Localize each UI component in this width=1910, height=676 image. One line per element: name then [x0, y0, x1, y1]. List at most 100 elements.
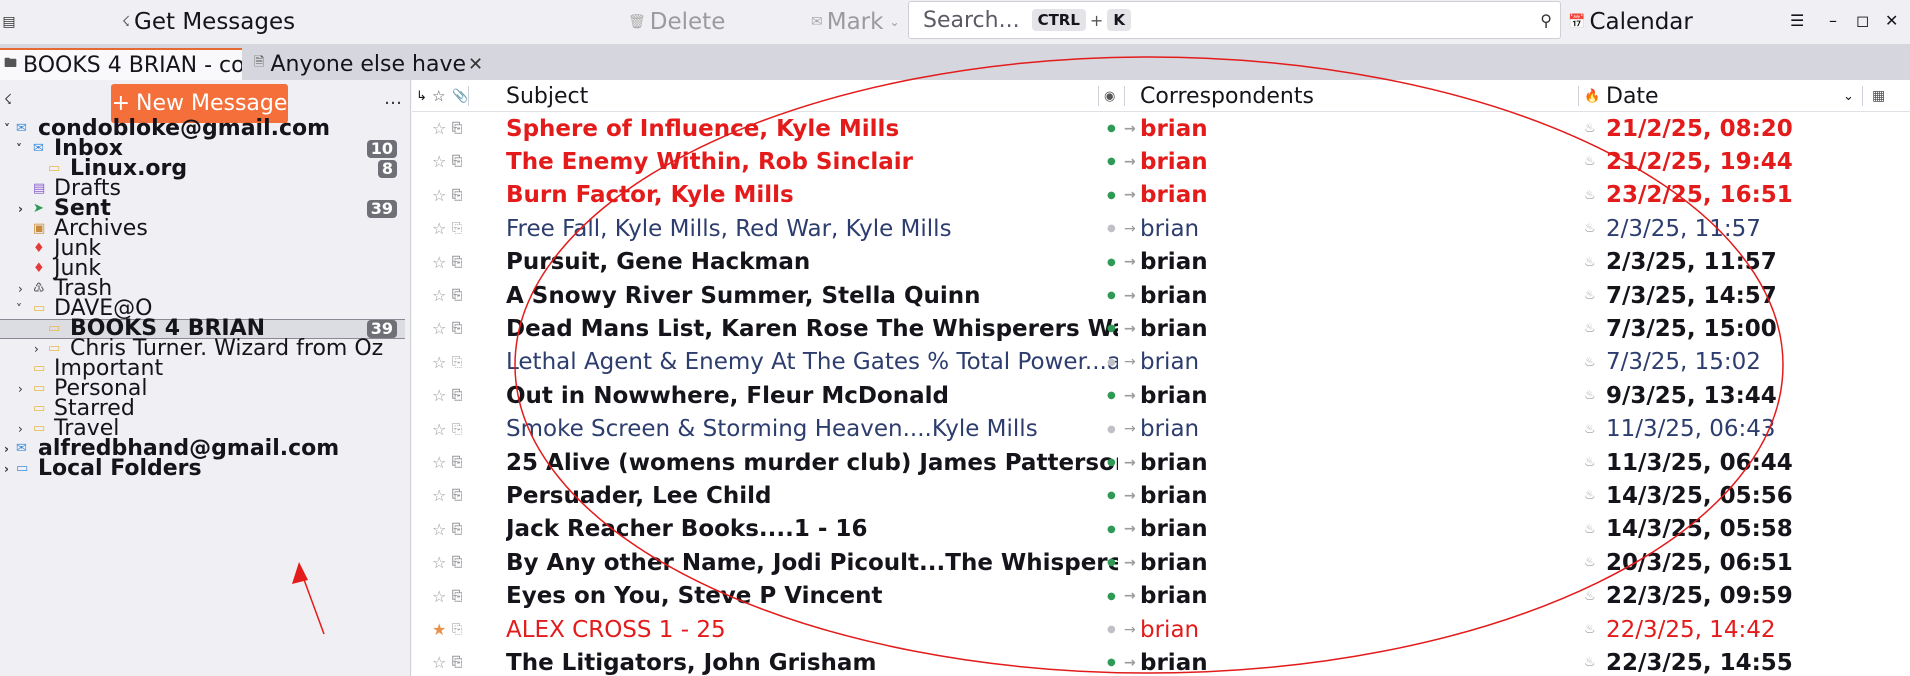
read-status-icon[interactable]: ●	[1107, 479, 1116, 512]
tab-message[interactable]: 🗎 Anyone else have	[250, 48, 490, 80]
folder-pane-toggle-icon[interactable]: ▤	[0, 10, 18, 34]
subject-column-header[interactable]: Subject	[506, 80, 588, 112]
get-messages-icon[interactable]: ☇	[4, 92, 12, 108]
message-row[interactable]: ☆ ⎘ Pursuit, Gene Hackman ● → brian ♨ 2/3/25, 1…	[412, 246, 1910, 279]
mark-button[interactable]: ✉ Mark ⌄	[811, 0, 900, 44]
star-icon[interactable]: ☆	[432, 413, 446, 446]
junk-status-icon[interactable]: ♨	[1584, 112, 1596, 145]
message-row[interactable]: ☆ ⎘ A Snowy River Summer, Stella Quinn ● → br…	[412, 279, 1910, 312]
chevron-down-icon[interactable]: ˅	[16, 299, 28, 319]
close-window-icon[interactable]: ✕	[1885, 0, 1898, 40]
thread-column-icon[interactable]: ↳	[416, 80, 427, 112]
read-status-icon[interactable]: ●	[1107, 279, 1116, 312]
junk-status-icon[interactable]: ♨	[1584, 246, 1596, 279]
message-row[interactable]: ☆ ⎘ Out in Nowwhere, Fleur McDonald ● → brian…	[412, 379, 1910, 412]
message-row[interactable]: ☆ ⎘ By Any other Name, Jodi Picoult...The …	[412, 546, 1910, 579]
read-status-icon[interactable]: ●	[1107, 346, 1116, 379]
star-icon[interactable]: ☆	[432, 246, 446, 279]
calendar-button[interactable]: 📅 Calendar	[1568, 0, 1693, 44]
junk-status-icon[interactable]: ♨	[1584, 546, 1596, 579]
message-row[interactable]: ☆ ⎘ Burn Factor, Kyle Mills ● → brian ♨ 23/2/25…	[412, 179, 1910, 212]
star-icon[interactable]: ☆	[432, 379, 446, 412]
read-status-column-icon[interactable]: ◉	[1104, 80, 1115, 112]
chevron-right-icon[interactable]: ›	[4, 439, 16, 459]
star-icon[interactable]: ☆	[432, 279, 446, 312]
junk-status-icon[interactable]: ♨	[1584, 479, 1596, 512]
close-icon[interactable]: ✕	[468, 54, 483, 75]
search-input[interactable]: Search... CTRL + K ⚲	[908, 1, 1561, 39]
star-icon[interactable]: ☆	[432, 479, 446, 512]
junk-status-icon[interactable]: ♨	[1584, 279, 1596, 312]
message-row[interactable]: ☆ ⎘ The Litigators, John Grisham ● → brian ♨ 22…	[412, 646, 1910, 676]
star-icon[interactable]: ☆	[432, 546, 446, 579]
star-icon[interactable]: ☆	[432, 346, 446, 379]
message-row[interactable]: ☆ ⎘ Dead Mans List, Karen Rose The Whisper…	[412, 312, 1910, 345]
junk-status-icon[interactable]: ♨	[1584, 580, 1596, 613]
star-icon[interactable]: ☆	[432, 580, 446, 613]
junk-status-icon[interactable]: ♨	[1584, 613, 1596, 646]
search-icon[interactable]: ⚲	[1540, 11, 1552, 30]
message-row[interactable]: ☆ ⎘ Sphere of Influence, Kyle Mills ● → brian…	[412, 112, 1910, 145]
account-local-folders[interactable]: › ▭ Local Folders	[0, 458, 405, 480]
chevron-right-icon[interactable]: ›	[4, 459, 16, 479]
read-status-icon[interactable]: ●	[1107, 513, 1116, 546]
star-icon[interactable]: ☆	[432, 145, 446, 178]
chevron-down-icon[interactable]: ˅	[4, 119, 16, 139]
read-status-icon[interactable]: ●	[1107, 212, 1116, 245]
chevron-right-icon[interactable]: ›	[18, 199, 30, 219]
message-row[interactable]: ☆ ⎘ Smoke Screen & Storming Heaven....Kyle…	[412, 413, 1910, 446]
star-icon[interactable]: ☆	[432, 513, 446, 546]
junk-status-icon[interactable]: ♨	[1584, 312, 1596, 345]
get-messages-button[interactable]: ☇ Get Messages	[122, 0, 295, 44]
junk-column-icon[interactable]: 🔥	[1584, 80, 1600, 112]
delete-button[interactable]: 🗑 Delete	[628, 0, 725, 44]
message-row[interactable]: ★ ⎘ ALEX CROSS 1 - 25 ● → brian ♨ 22/3/25, 14:4…	[412, 613, 1910, 646]
junk-status-icon[interactable]: ♨	[1584, 446, 1596, 479]
correspondents-column-header[interactable]: Correspondents	[1140, 80, 1314, 112]
read-status-icon[interactable]: ●	[1107, 413, 1116, 446]
tab-books-4-brian[interactable]: 🖿 BOOKS 4 BRIAN - co	[0, 48, 242, 80]
read-status-icon[interactable]: ●	[1107, 145, 1116, 178]
message-row[interactable]: ☆ ⎘ 25 Alive (womens murder club) James Pa…	[412, 446, 1910, 479]
junk-status-icon[interactable]: ♨	[1584, 379, 1596, 412]
message-row[interactable]: ☆ ⎘ Persuader, Lee Child ● → brian ♨ 14/3/25, 0…	[412, 479, 1910, 512]
junk-status-icon[interactable]: ♨	[1584, 413, 1596, 446]
chevron-right-icon[interactable]: ›	[18, 279, 30, 299]
read-status-icon[interactable]: ●	[1107, 246, 1116, 279]
message-row[interactable]: ☆ ⎘ Jack Reacher Books....1 - 16 ● → brian ♨ 14…	[412, 513, 1910, 546]
star-icon[interactable]: ☆	[432, 112, 446, 145]
sort-chevron-icon[interactable]: ⌄	[1843, 80, 1854, 112]
read-status-icon[interactable]: ●	[1107, 546, 1116, 579]
chevron-down-icon[interactable]: ˅	[16, 139, 28, 159]
junk-status-icon[interactable]: ♨	[1584, 145, 1596, 178]
chevron-right-icon[interactable]: ›	[18, 419, 30, 439]
junk-status-icon[interactable]: ♨	[1584, 212, 1596, 245]
junk-status-icon[interactable]: ♨	[1584, 646, 1596, 676]
junk-status-icon[interactable]: ♨	[1584, 346, 1596, 379]
message-row[interactable]: ☆ ⎘ Eyes on You, Steve P Vincent ● → brian ♨ 22…	[412, 580, 1910, 613]
read-status-icon[interactable]: ●	[1107, 112, 1116, 145]
message-row[interactable]: ☆ ⎘ The Enemy Within, Rob Sinclair ● → brian ♨…	[412, 145, 1910, 178]
message-row[interactable]: ☆ ⎘ Lethal Agent & Enemy At The Gates % To…	[412, 346, 1910, 379]
maximize-icon[interactable]: ◻	[1856, 0, 1869, 40]
read-status-icon[interactable]: ●	[1107, 179, 1116, 212]
star-icon[interactable]: ☆	[432, 212, 446, 245]
date-column-header[interactable]: Date	[1606, 80, 1659, 112]
star-icon[interactable]: ☆	[432, 312, 446, 345]
chevron-right-icon[interactable]: ›	[18, 379, 30, 399]
column-picker-icon[interactable]: ▦	[1872, 80, 1885, 112]
star-icon[interactable]: ☆	[432, 646, 446, 676]
message-row[interactable]: ☆ ⎘ Free Fall, Kyle Mills, Red War, Kyle M…	[412, 212, 1910, 245]
star-column-icon[interactable]: ☆	[432, 80, 445, 112]
junk-status-icon[interactable]: ♨	[1584, 179, 1596, 212]
star-icon[interactable]: ☆	[432, 179, 446, 212]
attachment-column-icon[interactable]: 📎	[452, 80, 468, 112]
read-status-icon[interactable]: ●	[1107, 379, 1116, 412]
read-status-icon[interactable]: ●	[1107, 446, 1116, 479]
star-icon[interactable]: ☆	[432, 446, 446, 479]
read-status-icon[interactable]: ●	[1107, 312, 1116, 345]
app-menu-icon[interactable]: ☰	[1790, 0, 1804, 40]
more-options-icon[interactable]: …	[384, 88, 402, 109]
star-filled-icon[interactable]: ★	[432, 613, 446, 646]
minimize-icon[interactable]: –	[1829, 0, 1837, 40]
